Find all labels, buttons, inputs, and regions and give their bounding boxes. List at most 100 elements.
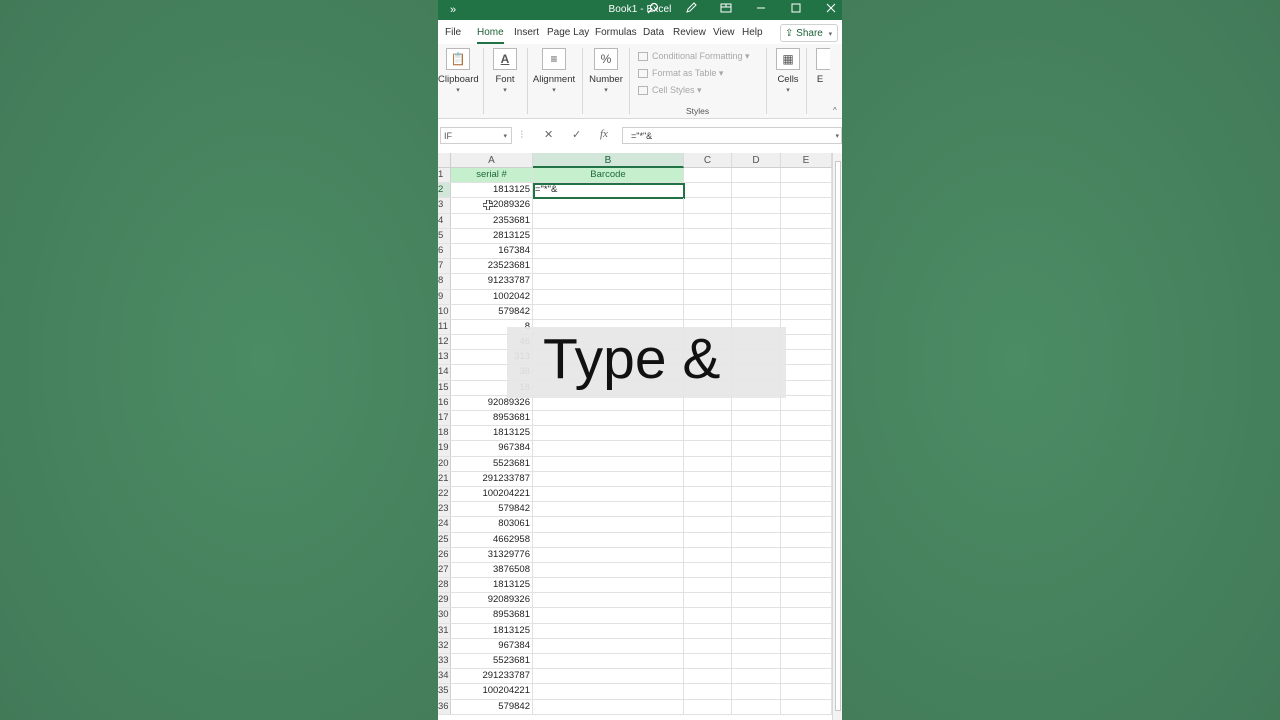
row-header[interactable]: 19 [438, 441, 451, 456]
tab-view[interactable]: View [713, 24, 735, 42]
row-header[interactable]: 15 [438, 380, 451, 395]
tab-insert[interactable]: Insert [514, 24, 539, 42]
cell-e[interactable] [781, 426, 832, 441]
cancel-icon[interactable]: ✕ [544, 128, 553, 141]
cell-e[interactable] [781, 350, 832, 365]
cell-a[interactable]: 3876508 [451, 562, 533, 578]
cell-c[interactable] [684, 289, 732, 304]
row-header[interactable]: 1 [438, 168, 451, 183]
cell-e[interactable] [781, 517, 832, 532]
cell-d[interactable] [732, 517, 781, 532]
cell-b[interactable] [533, 304, 684, 319]
cell-d[interactable] [732, 274, 781, 289]
tab-home[interactable]: Home [477, 24, 504, 44]
conditional-formatting-button[interactable]: Conditional Formatting ▾ [638, 49, 750, 63]
cell-a[interactable]: 1813125 [451, 426, 533, 441]
cell-a[interactable]: 31329776 [451, 547, 533, 562]
cell-a[interactable]: 1813125 [451, 578, 533, 593]
row-header[interactable]: 24 [438, 517, 451, 532]
cell-b[interactable] [533, 198, 684, 213]
cell-d[interactable] [732, 243, 781, 259]
cell-a[interactable]: 1813125 [451, 623, 533, 638]
cell-b[interactable] [533, 562, 684, 578]
tab-data[interactable]: Data [643, 24, 664, 42]
cell-a[interactable]: 579842 [451, 502, 533, 517]
row-header[interactable]: 31 [438, 623, 451, 638]
cell-c[interactable] [684, 562, 732, 578]
cell-e[interactable] [781, 335, 832, 350]
font-group[interactable]: A Font ▾ [486, 44, 526, 118]
cell-d[interactable] [732, 471, 781, 486]
cell-c[interactable] [684, 304, 732, 319]
cell-d[interactable] [732, 259, 781, 274]
cell-c[interactable] [684, 593, 732, 608]
row-header[interactable]: 10 [438, 304, 451, 319]
share-button[interactable]: ⇪ Share ▾ [780, 24, 838, 42]
cell-c[interactable] [684, 684, 732, 699]
cell-b[interactable] [533, 411, 684, 426]
search-icon[interactable] [644, 2, 662, 18]
cell-b[interactable] [533, 289, 684, 304]
cell-e[interactable] [781, 183, 832, 198]
cell-c[interactable] [684, 456, 732, 471]
row-header[interactable]: 29 [438, 593, 451, 608]
clipboard-group[interactable]: 📋 Clipboard ▾ [438, 44, 482, 118]
cell-d[interactable] [732, 411, 781, 426]
cell-c[interactable] [684, 228, 732, 243]
row-header[interactable]: 25 [438, 532, 451, 547]
cell-e[interactable] [781, 471, 832, 486]
row-header[interactable]: 21 [438, 471, 451, 486]
sheet-grid[interactable]: 1 serial # Barcode 2 1813125 ="*"& 3 92089326 4 2… [438, 168, 832, 715]
cell-e[interactable] [781, 502, 832, 517]
ribbon-display-icon[interactable] [717, 2, 735, 18]
cell-a[interactable]: 2353681 [451, 213, 533, 228]
row-header[interactable]: 6 [438, 243, 451, 259]
cell-b[interactable] [533, 593, 684, 608]
row-header[interactable]: 13 [438, 350, 451, 365]
cell-d[interactable] [732, 593, 781, 608]
cell-e[interactable] [781, 562, 832, 578]
cell-d[interactable] [732, 608, 781, 623]
cell-b[interactable] [533, 517, 684, 532]
row-header[interactable]: 4 [438, 213, 451, 228]
cell-b[interactable] [533, 547, 684, 562]
formula-input[interactable]: ="*"& ▾ [622, 127, 842, 144]
cell-e[interactable] [781, 319, 832, 335]
tab-file[interactable]: File [445, 24, 461, 42]
row-header[interactable]: 8 [438, 274, 451, 289]
cell-d[interactable] [732, 654, 781, 669]
cell-a[interactable]: 579842 [451, 699, 533, 714]
tab-formulas[interactable]: Formulas [595, 24, 637, 42]
cell-a[interactable]: 100204221 [451, 486, 533, 502]
cell-b[interactable] [533, 426, 684, 441]
minimize-icon[interactable] [752, 2, 770, 18]
cell-e[interactable] [781, 304, 832, 319]
cell-d[interactable] [732, 213, 781, 228]
column-header-e[interactable]: E [781, 153, 832, 168]
cell-b[interactable] [533, 486, 684, 502]
cell-a[interactable]: 167384 [451, 243, 533, 259]
cell-a[interactable]: serial # [451, 168, 533, 183]
cell-d[interactable] [732, 638, 781, 653]
vertical-scrollbar[interactable] [832, 153, 842, 720]
cell-b[interactable] [533, 669, 684, 684]
cell-a[interactable]: 100204221 [451, 684, 533, 699]
cell-e[interactable] [781, 289, 832, 304]
row-header[interactable]: 20 [438, 456, 451, 471]
cell-b[interactable]: Barcode [533, 168, 684, 183]
cell-c[interactable] [684, 486, 732, 502]
cell-e[interactable] [781, 395, 832, 410]
cell-c[interactable] [684, 547, 732, 562]
cell-c[interactable] [684, 623, 732, 638]
cells-group[interactable]: ▦ Cells ▾ [772, 44, 802, 118]
maximize-icon[interactable] [787, 2, 805, 18]
cell-a[interactable]: 291233787 [451, 669, 533, 684]
row-header[interactable]: 33 [438, 654, 451, 669]
cell-styles-button[interactable]: Cell Styles ▾ [638, 83, 702, 97]
cell-e[interactable] [781, 623, 832, 638]
cell-e[interactable] [781, 380, 832, 395]
cell-d[interactable] [732, 289, 781, 304]
cell-e[interactable] [781, 274, 832, 289]
cell-b[interactable] [533, 456, 684, 471]
cell-d[interactable] [732, 578, 781, 593]
